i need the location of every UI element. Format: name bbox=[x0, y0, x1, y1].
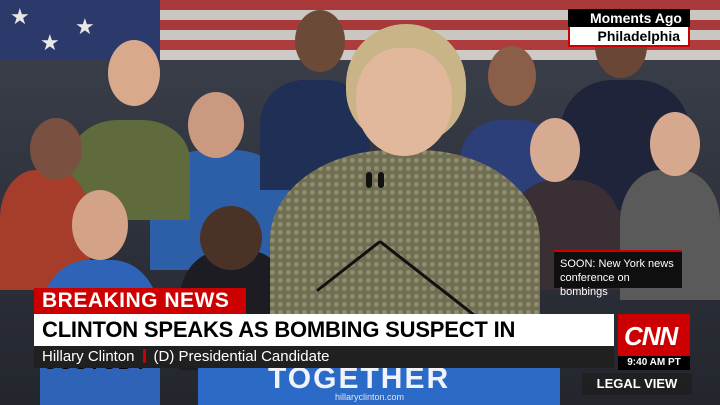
microphone-icon bbox=[378, 172, 384, 188]
speaker-name: Hillary Clinton bbox=[42, 348, 135, 365]
speaker-title: (D) Presidential Candidate bbox=[153, 348, 330, 365]
speaker-caption: Hillary Clinton (D) Presidential Candidat… bbox=[34, 346, 614, 368]
speaker-face bbox=[356, 48, 452, 156]
location-badge: Moments Ago Philadelphia bbox=[568, 9, 690, 47]
audience-member bbox=[488, 46, 536, 106]
location-place: Philadelphia bbox=[568, 27, 690, 47]
audience-member bbox=[72, 190, 128, 260]
cnn-logo: CNN bbox=[618, 314, 690, 356]
audience-member bbox=[108, 40, 160, 106]
microphone-icon bbox=[366, 172, 372, 188]
broadcast-time: 9:40 AM PT bbox=[618, 356, 690, 370]
audience-member bbox=[650, 112, 700, 176]
audience-member bbox=[30, 118, 82, 180]
star-icon: ★ bbox=[75, 14, 95, 39]
location-time-label: Moments Ago bbox=[568, 9, 690, 27]
cnn-logo-text: CNN bbox=[624, 321, 678, 351]
audience-member bbox=[188, 92, 244, 158]
caption-separator bbox=[142, 349, 146, 363]
audience-member bbox=[200, 206, 262, 270]
audience-member bbox=[295, 10, 345, 72]
audience-member bbox=[530, 118, 580, 182]
soon-box: SOON: New York news conference on bombin… bbox=[554, 250, 682, 298]
podium-url: hillaryclinton.com bbox=[335, 392, 405, 402]
breaking-news-label: BREAKING NEWS bbox=[34, 288, 246, 314]
star-icon: ★ bbox=[40, 30, 60, 55]
star-icon: ★ bbox=[10, 4, 30, 29]
headline: CLINTON SPEAKS AS BOMBING SUSPECT IN CUS… bbox=[34, 314, 614, 374]
show-name: LEGAL VIEW bbox=[582, 373, 692, 395]
